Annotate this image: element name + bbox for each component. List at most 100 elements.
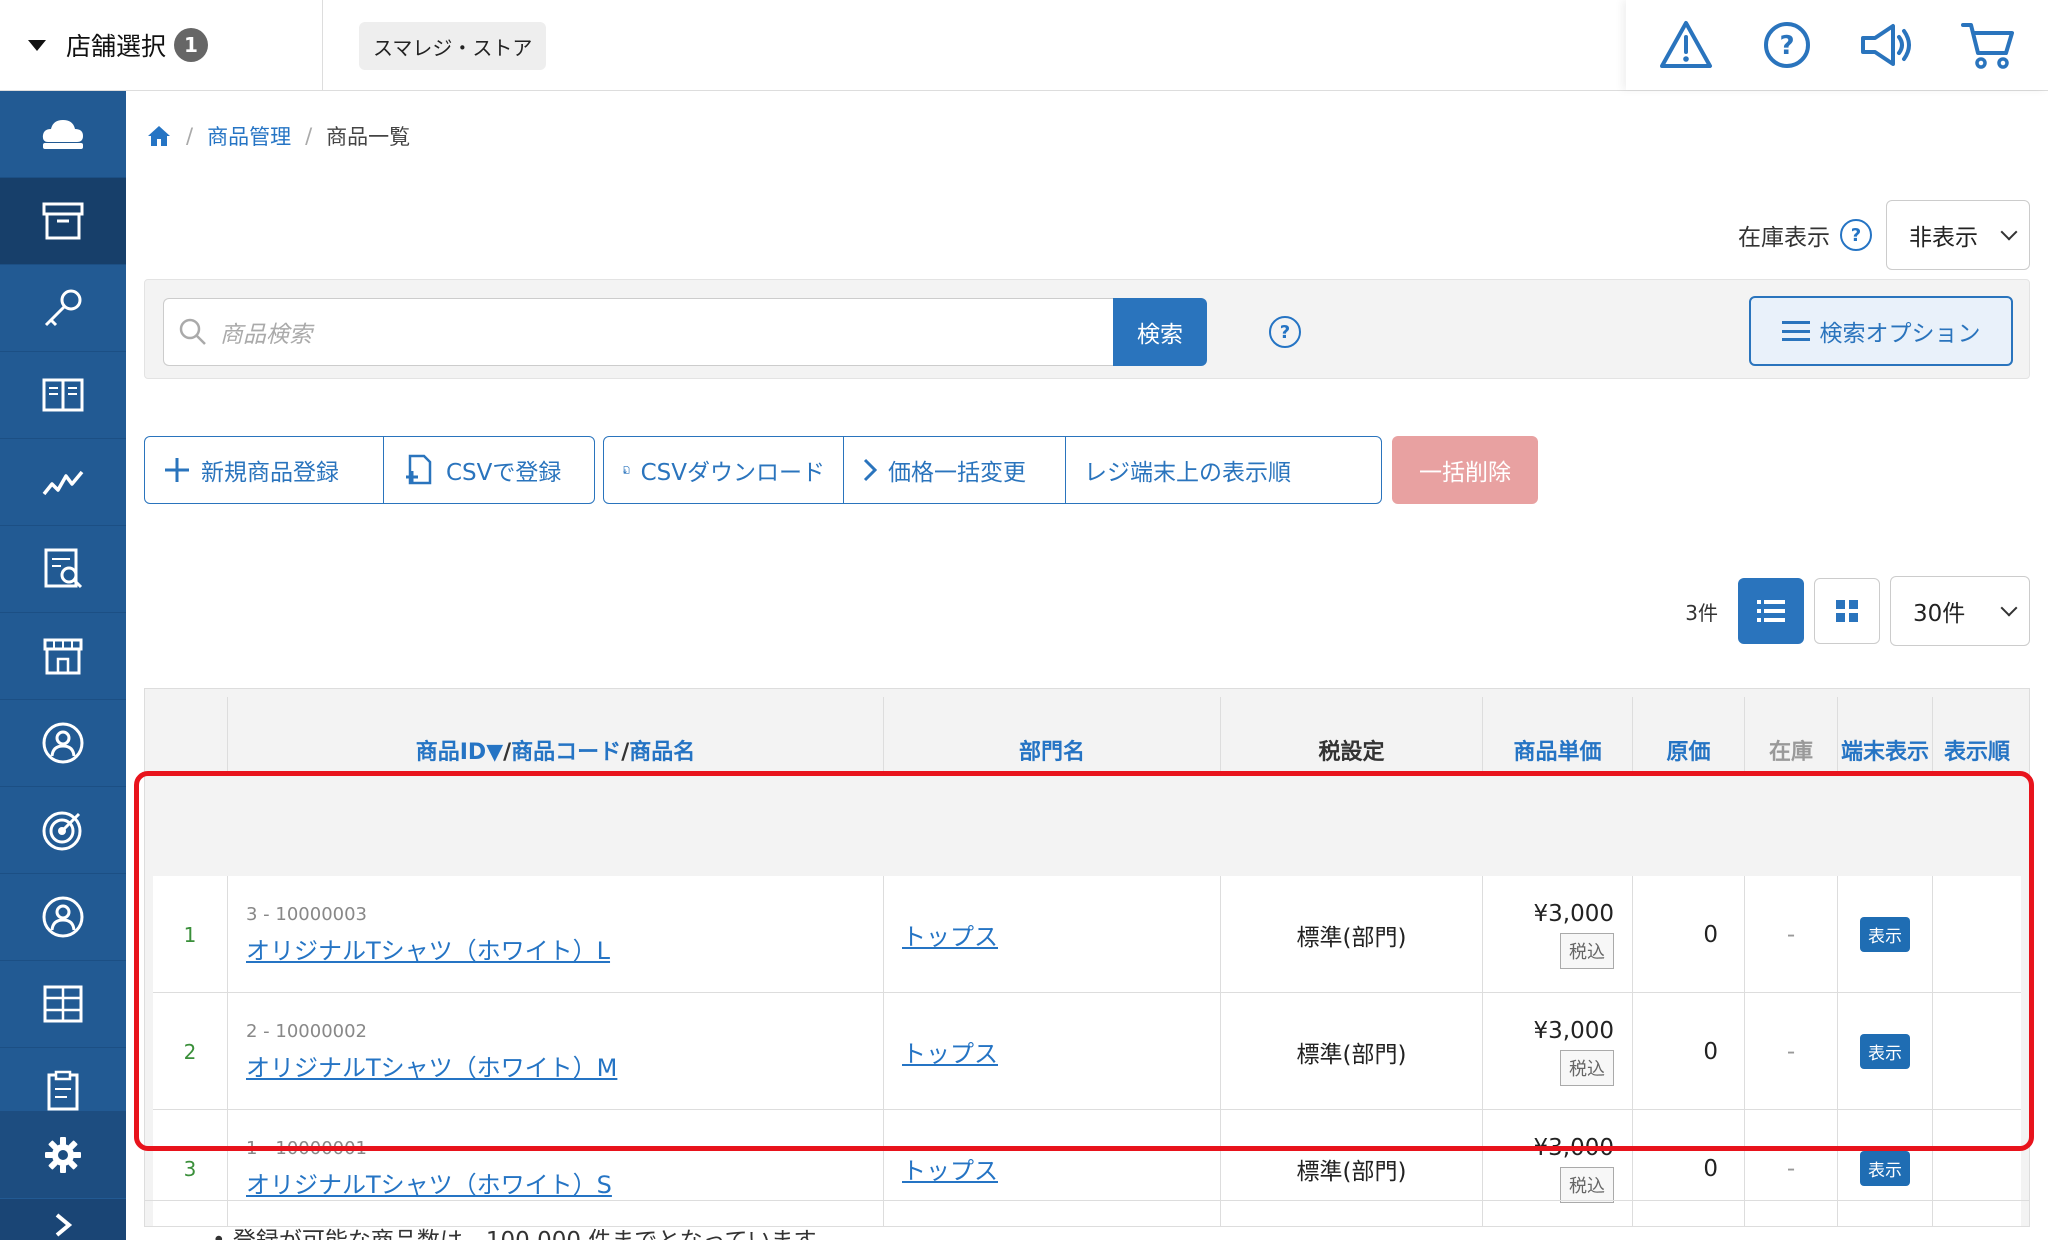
tax-setting: 標準(部門): [1221, 876, 1483, 993]
header-unit-price[interactable]: 商品単価: [1483, 697, 1633, 775]
sidebar: [0, 91, 126, 1240]
sort-product-id[interactable]: 商品ID▼: [416, 740, 503, 765]
header-tax: 税設定: [1221, 697, 1483, 775]
search-button[interactable]: 検索: [1113, 298, 1207, 366]
svg-text:?: ?: [1779, 31, 1794, 61]
display-status-badge: 表示: [1860, 917, 1910, 952]
grid-icon: [1836, 600, 1858, 622]
sidebar-item-key[interactable]: [0, 265, 126, 352]
grid-view-button[interactable]: [1814, 578, 1880, 644]
unit-price: ¥3,000: [1533, 900, 1614, 927]
sidebar-item-reports[interactable]: [0, 526, 126, 613]
header-department[interactable]: 部門名: [884, 697, 1221, 775]
sidebar-item-staff[interactable]: [0, 700, 126, 787]
stock-display-label: 在庫表示: [1738, 225, 1830, 251]
divider: [144, 1200, 2030, 1201]
caret-down-icon: [28, 39, 46, 51]
store-select-dropdown[interactable]: 店舗選択 1: [0, 0, 323, 90]
csv-download-label: CSVダウンロード: [640, 460, 825, 486]
search-input[interactable]: 商品検索: [163, 298, 1113, 366]
department-link[interactable]: トップス: [902, 1151, 998, 1186]
store-icon: [43, 638, 83, 675]
stock-display-select[interactable]: 非表示: [1886, 200, 2030, 270]
product-name-link[interactable]: オリジナルTシャツ（ホワイト）S: [246, 1165, 612, 1200]
product-cell: 1 - 10000001 オリジナルTシャツ（ホワイト）S: [228, 1110, 884, 1227]
sidebar-item-customers[interactable]: [0, 874, 126, 961]
cart-icon[interactable]: [1958, 15, 2018, 75]
sidebar-item-store[interactable]: [0, 613, 126, 700]
sidebar-item-book[interactable]: [0, 352, 126, 439]
table-row[interactable]: 31 - 10000001 オリジナルTシャツ（ホワイト）S トップス 標準(部門) ¥…: [153, 1110, 2021, 1227]
header-display-order[interactable]: 表示順: [1933, 697, 2021, 775]
header-cost[interactable]: 原価: [1633, 697, 1745, 775]
stock-value: -: [1745, 1110, 1838, 1227]
unit-price-cell: ¥3,000 税込: [1483, 1110, 1633, 1227]
warning-icon[interactable]: [1656, 15, 1716, 75]
list-view-button[interactable]: [1738, 578, 1804, 644]
sort-product-code[interactable]: 商品コード: [511, 740, 621, 765]
header-product-id-code-name: 商品ID▼ / 商品コード / 商品名: [228, 697, 884, 775]
bulk-delete-button[interactable]: 一括削除: [1392, 436, 1538, 504]
header-terminal-display[interactable]: 端末表示: [1838, 697, 1933, 775]
file-download-icon: [623, 466, 630, 474]
tools-button-group: CSVダウンロード 価格一括変更 レジ端末上の表示順: [603, 436, 1382, 504]
target-icon: [42, 811, 82, 851]
sidebar-settings[interactable]: [0, 1111, 126, 1198]
product-name-link[interactable]: オリジナルTシャツ（ホワイト）M: [246, 1048, 617, 1083]
stock-help-icon[interactable]: ?: [1840, 219, 1872, 251]
new-product-button[interactable]: 新規商品登録: [145, 437, 384, 503]
register-button-group: 新規商品登録 CSVで登録: [144, 436, 595, 504]
per-page-select[interactable]: 30件: [1890, 576, 2030, 646]
file-add-icon: [406, 454, 432, 485]
product-id-code: 3 - 10000003: [246, 903, 368, 925]
staff-icon: [42, 722, 84, 764]
register-display-order-label: レジ端末上の表示順: [1084, 460, 1291, 486]
help-icon[interactable]: ?: [1757, 15, 1817, 75]
table-row[interactable]: 22 - 10000002 オリジナルTシャツ（ホワイト）M トップス 標準(部門) ¥…: [153, 993, 2021, 1110]
department-link[interactable]: トップス: [902, 1034, 998, 1069]
sidebar-item-cloud[interactable]: [0, 91, 126, 178]
sidebar-expand-button[interactable]: [0, 1199, 126, 1240]
main-content: / 商品管理 / 商品一覧 在庫表示 ? 非表示 商品検索 検索 ? 検索オプシ…: [126, 91, 2048, 1240]
sidebar-item-target[interactable]: [0, 787, 126, 874]
chevron-right-icon: [863, 458, 878, 482]
book-icon: [42, 378, 84, 412]
csv-register-button[interactable]: CSVで登録: [384, 437, 594, 503]
unit-price: ¥3,000: [1533, 1017, 1614, 1044]
chart-icon: [42, 470, 84, 496]
sidebar-item-analytics[interactable]: [0, 439, 126, 526]
menu-icon: [1781, 321, 1810, 341]
csv-download-button[interactable]: CSVダウンロード: [604, 437, 844, 503]
store-name-chip[interactable]: スマレジ・ストア: [359, 22, 547, 70]
tax-setting: 標準(部門): [1221, 1110, 1483, 1227]
register-display-order-button[interactable]: レジ端末上の表示順: [1066, 437, 1293, 503]
chevron-right-icon: [55, 1213, 73, 1237]
search-options-label: 検索オプション: [1819, 321, 1981, 347]
sidebar-item-layout[interactable]: [0, 961, 126, 1048]
product-name-link[interactable]: オリジナルTシャツ（ホワイト）L: [246, 931, 610, 966]
unit-price-cell: ¥3,000 税込: [1483, 876, 1633, 993]
table-header: 商品ID▼ / 商品コード / 商品名 部門名 税設定 商品単価 原価 在庫 端…: [153, 697, 2021, 775]
breadcrumb-separator: /: [186, 124, 194, 148]
sort-product-name[interactable]: 商品名: [629, 740, 695, 765]
row-number: 2: [153, 993, 228, 1110]
search-help-icon[interactable]: ?: [1269, 316, 1301, 348]
megaphone-icon[interactable]: [1857, 15, 1917, 75]
display-order-cell: [1933, 1110, 2021, 1227]
display-order-cell: [1933, 876, 2021, 993]
sidebar-item-products[interactable]: [0, 178, 126, 265]
header-row-number: [153, 697, 228, 775]
table-row[interactable]: 13 - 10000003 オリジナルTシャツ（ホワイト）L トップス 標準(部門) ¥…: [153, 876, 2021, 993]
terminal-display-cell: 表示: [1838, 1110, 1933, 1227]
search-options-button[interactable]: 検索オプション: [1749, 296, 2013, 366]
gear-icon: [45, 1136, 81, 1173]
unit-price-cell: ¥3,000 税込: [1483, 993, 1633, 1110]
terminal-display-cell: 表示: [1838, 993, 1933, 1110]
report-icon: [44, 548, 83, 589]
header-separator: /: [503, 739, 512, 765]
department-link[interactable]: トップス: [902, 917, 998, 952]
search-placeholder: 商品検索: [220, 322, 312, 348]
bulk-price-change-button[interactable]: 価格一括変更: [844, 437, 1066, 503]
breadcrumb-product-management[interactable]: 商品管理: [207, 121, 291, 151]
home-icon[interactable]: [146, 124, 172, 148]
